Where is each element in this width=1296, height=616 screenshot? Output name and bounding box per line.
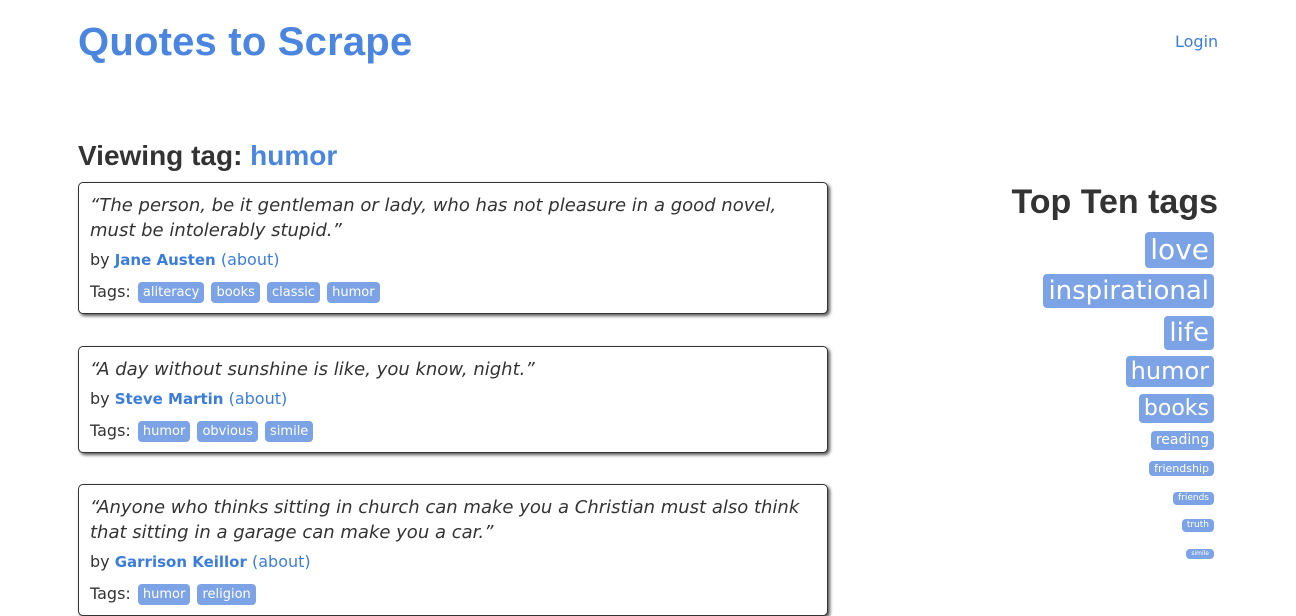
viewing-tag-heading: Viewing tag: humor [78, 140, 337, 172]
author-about-link[interactable]: (about) [252, 552, 311, 571]
by-label: by [90, 389, 110, 408]
author-name: Steve Martin [114, 390, 224, 408]
top-tags-list: love inspirational life humor books read… [960, 232, 1218, 566]
top-tag-inspirational[interactable]: inspirational [1043, 274, 1214, 308]
quote-text: “The person, be it gentleman or lady, wh… [90, 195, 777, 241]
top-tags-sidebar: Top Ten tags love inspirational life hum… [960, 180, 1218, 566]
author-name: Garrison Keillor [114, 553, 247, 571]
quote-attribution: by Jane Austen (about) [90, 249, 816, 271]
top-tag-love[interactable]: love [1145, 232, 1214, 268]
current-tag-link[interactable]: humor [250, 140, 337, 171]
top-tag-friends[interactable]: friends [1172, 492, 1214, 505]
tag-link[interactable]: humor [137, 421, 191, 442]
author-about-link[interactable]: (about) [221, 250, 280, 269]
top-tag-simile[interactable]: simile [1186, 549, 1214, 559]
top-tag-truth[interactable]: truth [1181, 519, 1214, 532]
tag-link[interactable]: classic [267, 282, 321, 303]
author-name: Jane Austen [114, 251, 216, 269]
by-label: by [90, 552, 110, 571]
top-tags-title: Top Ten tags [1011, 183, 1218, 221]
tag-link[interactable]: religion [197, 584, 256, 605]
tag-link[interactable]: obvious [197, 421, 258, 442]
quote-text: “A day without sunshine is like, you kno… [90, 359, 535, 380]
tag-link[interactable]: simile [265, 421, 314, 442]
top-tag-life[interactable]: life [1164, 316, 1214, 350]
quote-tags: Tags: humor religion [90, 583, 816, 605]
tag-link[interactable]: humor [327, 282, 380, 303]
tag-link[interactable]: books [211, 282, 260, 303]
viewing-tag-prefix: Viewing tag: [78, 140, 243, 171]
top-tag-reading[interactable]: reading [1150, 431, 1214, 450]
tags-label: Tags: [90, 282, 131, 301]
tag-link[interactable]: aliteracy [137, 282, 205, 303]
author-about-link[interactable]: (about) [229, 389, 288, 408]
tags-label: Tags: [90, 421, 131, 440]
quote-tags: Tags: aliteracy books classic humor [90, 281, 816, 303]
tag-link[interactable]: humor [137, 584, 191, 605]
quote-card: “Anyone who thinks sitting in church can… [78, 484, 828, 616]
by-label: by [90, 250, 110, 269]
top-tag-humor[interactable]: humor [1125, 356, 1214, 387]
quote-card: “A day without sunshine is like, you kno… [78, 346, 828, 453]
login-link[interactable]: Login [1175, 32, 1218, 51]
top-tag-books[interactable]: books [1138, 394, 1214, 423]
site-title-link[interactable]: Quotes to Scrape [78, 20, 412, 65]
quote-card: “The person, be it gentleman or lady, wh… [78, 182, 828, 314]
quote-text: “Anyone who thinks sitting in church can… [90, 497, 800, 543]
top-tag-friendship[interactable]: friendship [1149, 461, 1214, 476]
quote-attribution: by Garrison Keillor (about) [90, 551, 816, 573]
tags-label: Tags: [90, 584, 131, 603]
quote-attribution: by Steve Martin (about) [90, 388, 816, 410]
quote-tags: Tags: humor obvious simile [90, 420, 816, 442]
